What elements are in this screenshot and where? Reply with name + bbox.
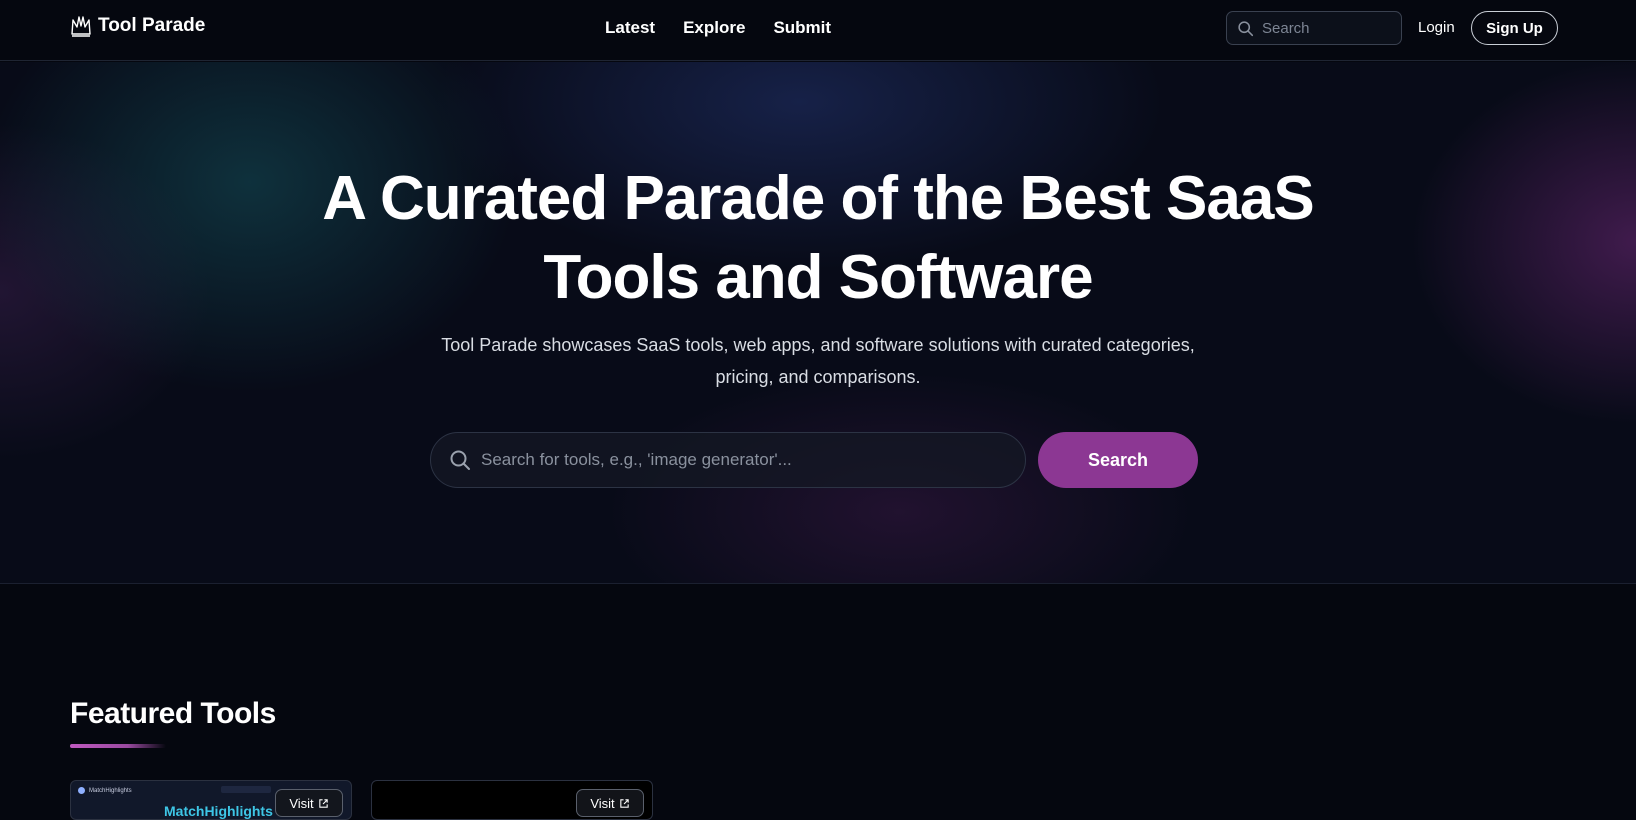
search-icon: [1238, 20, 1254, 36]
signup-button[interactable]: Sign Up: [1471, 11, 1558, 45]
visit-label: Visit: [289, 795, 314, 811]
nav-explore[interactable]: Explore: [683, 18, 745, 38]
hero-search-input[interactable]: [481, 450, 1001, 470]
main-nav: Latest Explore Submit: [605, 18, 831, 38]
hero-subtitle: Tool Parade showcases SaaS tools, web ap…: [441, 335, 1195, 387]
nav-submit[interactable]: Submit: [773, 18, 831, 38]
card-headline: MatchHighlights: [164, 803, 273, 819]
featured-card[interactable]: MatchHighlights MatchHighlights Visit: [70, 780, 352, 820]
logo-link[interactable]: Tool Parade: [70, 14, 205, 38]
nav-latest[interactable]: Latest: [605, 18, 655, 38]
featured-title: Featured Tools: [70, 697, 276, 730]
header-search-input[interactable]: [1262, 19, 1392, 37]
brand-dot-icon: [78, 787, 85, 794]
hero-title: A Curated Parade of the Best SaaS Tools …: [322, 164, 1314, 312]
login-link[interactable]: Login: [1418, 19, 1455, 36]
hero-search-box: [430, 432, 1026, 488]
search-icon: [450, 450, 470, 470]
logo-text: Tool Parade: [98, 15, 206, 36]
visit-button[interactable]: Visit: [576, 789, 644, 817]
header-search: [1226, 11, 1402, 45]
crown-icon: [71, 16, 91, 37]
featured-underline: [70, 744, 166, 748]
card-brand-text: MatchHighlights: [89, 787, 132, 794]
visit-label: Visit: [590, 795, 615, 811]
hero-section: A Curated Parade of the Best SaaS Tools …: [0, 62, 1636, 584]
hero-search-button[interactable]: Search: [1038, 432, 1198, 488]
site-header: Tool Parade Latest Explore Submit Login …: [0, 0, 1636, 61]
visit-button[interactable]: Visit: [275, 789, 343, 817]
featured-card[interactable]: Visit: [371, 780, 653, 820]
card-preview-nav: [221, 786, 271, 793]
card-brand: MatchHighlights: [78, 787, 132, 794]
